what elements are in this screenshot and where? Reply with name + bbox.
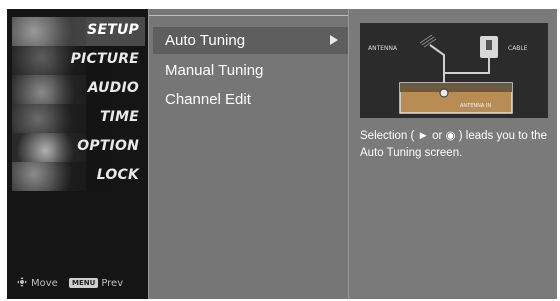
menu-item-label: AUDIO	[87, 80, 139, 96]
tv-osd-screen: SETUP PICTURE AUDIO TIME OPTION LOCK Mov…	[7, 9, 557, 299]
footer-hints: Move MENU Prev	[17, 277, 131, 293]
sub-menu: Auto Tuning Manual Tuning Channel Edit	[148, 9, 349, 299]
cable-label: CABLE	[508, 45, 528, 52]
prev-hint: MENU Prev	[69, 278, 123, 289]
sub-item-channel-edit[interactable]: Channel Edit	[153, 86, 348, 113]
menu-key-icon: MENU	[69, 278, 99, 288]
sub-item-manual-tuning[interactable]: Manual Tuning	[153, 57, 348, 84]
right-arrow-icon	[330, 35, 338, 45]
move-hint: Move	[17, 277, 58, 289]
menu-item-time[interactable]: TIME	[12, 104, 145, 133]
menu-item-label: SETUP	[87, 22, 139, 38]
menu-item-label: OPTION	[77, 138, 139, 154]
menu-item-label: LOCK	[96, 167, 139, 183]
menu-item-setup[interactable]: SETUP	[12, 17, 145, 46]
menu-item-option[interactable]: OPTION	[12, 133, 145, 162]
menu-item-lock[interactable]: LOCK	[12, 162, 145, 191]
sub-item-auto-tuning[interactable]: Auto Tuning	[153, 27, 348, 54]
category-menu: SETUP PICTURE AUDIO TIME OPTION LOCK Mov…	[7, 9, 148, 299]
divider	[149, 15, 348, 16]
antenna-label: ANTENNA	[368, 45, 398, 52]
info-text: Selection ( ► or ◉ ) leads you to the Au…	[360, 130, 547, 159]
move-arrows-icon	[17, 277, 27, 287]
sub-item-label: Auto Tuning	[165, 32, 246, 49]
prev-label: Prev	[101, 278, 124, 289]
menu-item-audio[interactable]: AUDIO	[12, 75, 145, 104]
menu-item-picture[interactable]: PICTURE	[12, 46, 145, 75]
sub-item-label: Channel Edit	[165, 91, 251, 108]
antenna-cable-diagram: ANTENNA CABLE ANTENNA IN	[360, 23, 548, 118]
menu-item-label: PICTURE	[70, 51, 139, 67]
info-panel: ANTENNA CABLE ANTENNA IN Selection ( ► o…	[349, 9, 557, 299]
menu-item-label: TIME	[99, 109, 139, 125]
antenna-in-jack-icon	[439, 88, 449, 98]
move-label: Move	[31, 278, 58, 289]
antenna-in-label: ANTENNA IN	[460, 103, 491, 109]
sub-item-label: Manual Tuning	[165, 62, 264, 79]
